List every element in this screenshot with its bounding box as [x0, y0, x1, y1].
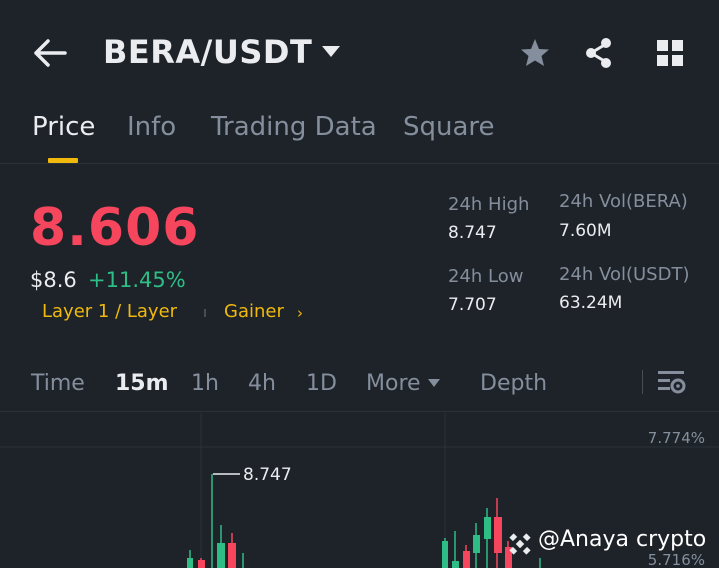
tab-square[interactable]: Square: [403, 112, 495, 142]
gainer-tag[interactable]: Gainer: [224, 301, 284, 322]
interval-1h[interactable]: 1h: [191, 371, 219, 396]
candle: [217, 543, 225, 568]
back-arrow-icon[interactable]: [32, 36, 68, 70]
vol-base-value: 7.60M: [559, 221, 612, 241]
tab-trading-data[interactable]: Trading Data: [211, 112, 377, 142]
price-change-percent: +11.45%: [88, 268, 186, 292]
candle: [442, 541, 448, 568]
chevron-right-icon: ›: [297, 304, 303, 322]
binance-logo-icon: [509, 533, 531, 555]
interval-divider: [642, 370, 643, 394]
candle: [463, 551, 470, 568]
candle: [484, 517, 491, 539]
low-label: 24h Low: [448, 266, 524, 287]
candle-group-left: [187, 474, 244, 568]
high-marker-label: 8.747: [243, 465, 292, 485]
candle: [228, 543, 236, 568]
interval-more[interactable]: More: [366, 371, 421, 396]
category-tag[interactable]: Layer 1 / Layer: [42, 301, 177, 322]
scale-top-label: 7.774%: [648, 429, 705, 447]
candle: [187, 558, 193, 568]
last-price: 8.606: [30, 198, 200, 258]
pair-title[interactable]: BERA/USDT: [103, 33, 312, 71]
candle: [473, 535, 480, 553]
interval-bar: Time 15m 1h 4h 1D More Depth: [0, 360, 719, 412]
vol-quote-label: 24h Vol(USDT): [559, 264, 690, 285]
watermark-text: @Anaya crypto: [538, 527, 707, 552]
interval-15m[interactable]: 15m: [115, 371, 169, 396]
high-value: 8.747: [448, 223, 497, 243]
candle: [494, 517, 502, 553]
interval-1d[interactable]: 1D: [306, 371, 337, 396]
high-label: 24h High: [448, 194, 530, 215]
tag-divider: [204, 309, 206, 317]
interval-4h[interactable]: 4h: [248, 371, 276, 396]
vol-base-label: 24h Vol(BERA): [559, 191, 688, 212]
tab-depth[interactable]: Depth: [480, 371, 547, 396]
tab-bar: Price Info Trading Data Square: [0, 108, 719, 164]
usd-price: $8.6: [30, 268, 77, 292]
candle: [452, 561, 459, 568]
share-icon[interactable]: [582, 36, 616, 70]
candle: [198, 560, 205, 568]
chart-settings-icon[interactable]: [656, 368, 686, 396]
interval-time[interactable]: Time: [31, 371, 85, 396]
low-value: 7.707: [448, 295, 497, 315]
star-icon[interactable]: [518, 36, 552, 70]
vol-quote-value: 63.24M: [559, 293, 623, 313]
header-bar: BERA/USDT: [0, 0, 719, 100]
active-tab-indicator: [48, 158, 78, 163]
grid-icon[interactable]: [653, 36, 687, 70]
caret-down-icon[interactable]: [320, 43, 342, 59]
more-caret-icon[interactable]: [427, 378, 441, 388]
scale-second-label: 5.716%: [648, 551, 705, 568]
tab-price[interactable]: Price: [32, 112, 95, 142]
tab-info[interactable]: Info: [127, 112, 176, 142]
